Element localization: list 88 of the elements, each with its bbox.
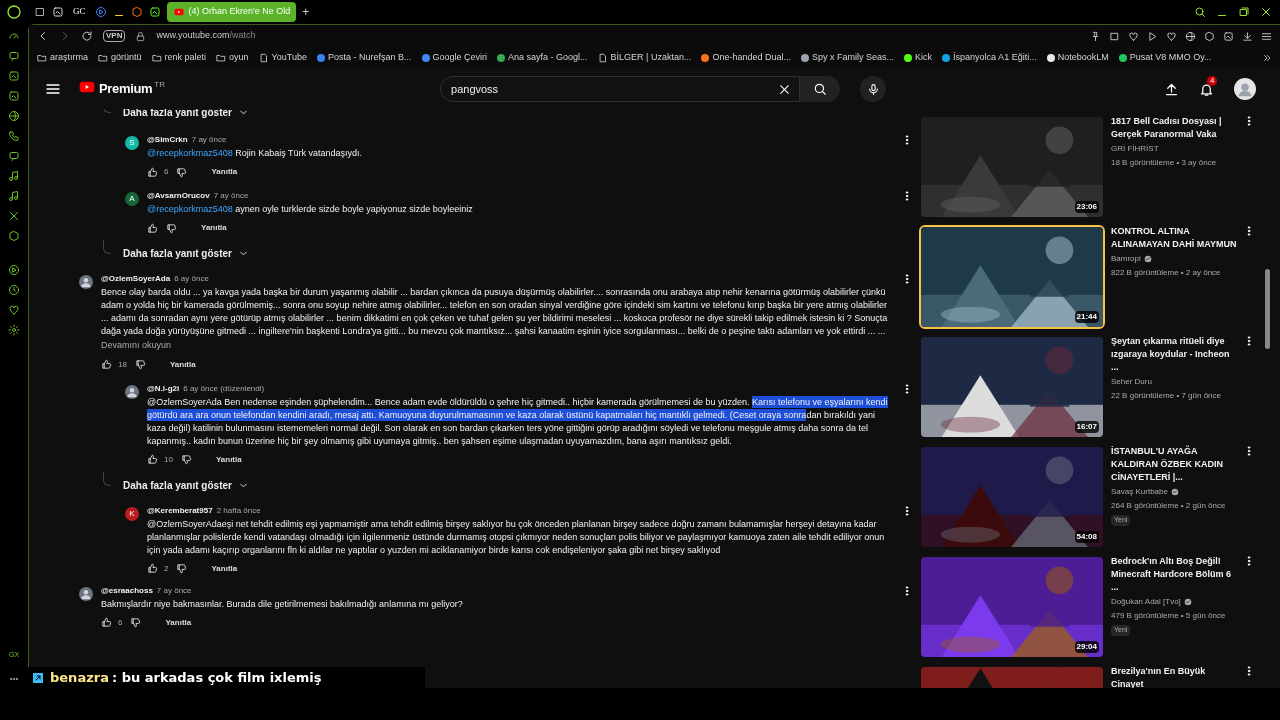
address-field[interactable]: www.youtube.com/watch (156, 29, 256, 43)
video-meta: 479 B görüntüleme • 5 gün önce (1111, 610, 1227, 622)
reply-button[interactable]: Yanıtla (201, 222, 227, 234)
mention-link[interactable]: @recepkorkmaz5408 (147, 204, 233, 214)
show-more-replies-link[interactable]: Daha fazla yanıt göster (123, 246, 249, 261)
bookmark[interactable]: oyun (216, 51, 249, 65)
video-duration: 16:07 (1074, 421, 1099, 433)
bookmark[interactable]: Google Çeviri (421, 51, 488, 65)
comment-time[interactable]: 2 hafta önce (216, 504, 261, 517)
comment-text: Bence olay barda oldu ... ya kavga yada başka bir durum yaşanmış olabilir ... bardan çıkınca da pusuya düşürmüş olabilirler.... sonrasında onu arabaya atıp nehir kenarına götürmüş olabilirler çünkü adam o yolda hiç bir kamerada görülmemiş... sonra onu soyup nehire atmış olabilirler... telefon en son oradan sinyal verdiğine göre içindeki sim kartını ve telefonu kırıp başka bir yere atmış olabilirler ... adamı da sonradan aynı yere götürüp atmış olabilirler ... benim dikkatimi en çok çeken ve tuhaf gelen şu yer bildirimi meselesi ... koskoca profesör ne diye sürekli takip edilmek istesin ki ? Sonuçta dağa yada doğa yürüyüşüne gitmedi ... ingiltere'nin başkenti Londra'ya gitti... bu mevzu çok mantıksız... şahsi kanaatim eşinin iyice sorgulanması... belki de o peşine taktı adamları ve yok ettirdi ... ... (101, 286, 889, 338)
bookmark[interactable]: BİLGER | Uzaktan... (597, 51, 692, 65)
notification-badge: 4 (1207, 75, 1218, 86)
avatar[interactable]: K (125, 506, 139, 521)
comment-author[interactable]: @N.i-g2i (147, 382, 180, 395)
comment-author[interactable]: @Keremberat957 (147, 504, 213, 517)
video-meta: 18 B görüntüleme • 3 ay önce (1111, 157, 1218, 169)
vpn-badge[interactable]: VPN (103, 30, 126, 42)
logo-text[interactable]: Premium (99, 79, 153, 99)
video-meta: 264 B görüntüleme • 2 gün önce (1111, 500, 1227, 512)
comment-time[interactable]: 7 ay önce (156, 584, 192, 597)
video-title[interactable]: İSTANBUL'U AYAĞA KALDIRAN ÖZBEK KADIN CİNAYETLERİ |... (1111, 445, 1237, 484)
comment-text: @recepkorkmaz5408 Rojin Kabaiş Türk vatandaşıydı. (147, 147, 364, 160)
comment-text: @OzlemSoyerAdaeşi net tehdit edilmiş eşi yapmamiştir ama tehdit edilmiş birşey saklıyor bu çok önceden planlanan birşey sadece doğru zamanı bulamamışlar herşeyi detayına kadar planlanmışlar polislerde kendi vatandaşı olmadığı için ilgilenmeniz üstünde durmamış otopsi çıkmıyor neden sonuçları polis biliyor ve paylaşmıyor kamuoya zaten aile tehdit ediliyor onun için yada adamı kaçırıp organlarını fln ki aldılar ne yaptılar o yuzden mi aciklanamiyor birde karısı cok endişeleniyor şaka gibi net birşey saklıyod (147, 517, 886, 557)
like-count: 18 (118, 358, 127, 371)
bookmark[interactable]: renk paleti (151, 51, 207, 65)
video-title[interactable]: Şeytan çıkarma ritüeli diye ızgaraya koydular - Incheon ... (1111, 335, 1237, 374)
video-thumbnail[interactable]: 54:08 (919, 445, 1105, 549)
reply-button[interactable]: Yanıtla (169, 358, 196, 371)
reply-button[interactable]: Yanıtla (211, 562, 238, 575)
channel-name[interactable]: Doğukan Adal [Tvo] (1111, 596, 1181, 608)
bookmark[interactable]: YouTube (258, 51, 307, 65)
video-duration: 21:44 (1074, 311, 1099, 323)
video-meta: 22 B görüntüleme • 7 gün önce (1111, 390, 1222, 402)
comment-text: Bakmışlardır niye bakmasınlar. Burada dile getirilmemesi bakılmadığı anlamına mı geliyor? (101, 597, 464, 611)
comment-author[interactable]: @OzlemSoyerAda (101, 273, 171, 285)
like-count: 6 (164, 166, 169, 178)
like-count: 6 (118, 616, 123, 629)
region-label: TR (154, 79, 166, 92)
bookmark[interactable]: İspanyolca A1 Eğiti... (942, 51, 1037, 65)
video-thumbnail[interactable]: 16:07 (919, 335, 1105, 439)
channel-name[interactable]: Seher Duru (1111, 376, 1152, 388)
bookmark[interactable]: Pusat V8 MMO Oy... (1118, 51, 1212, 65)
bookmark[interactable]: One-handed Dual... (701, 51, 792, 65)
like-count: 2 (164, 562, 169, 575)
reply-button[interactable]: Yanıtla (165, 616, 192, 629)
mention-link[interactable]: @recepkorkmaz5408 (147, 148, 233, 158)
comment-author[interactable]: @SimCrkn (147, 134, 188, 146)
pinned-tab[interactable]: GC (70, 5, 89, 19)
channel-name[interactable]: GRİ FİHRİST (1111, 143, 1159, 155)
like-count: 10 (164, 453, 173, 466)
comment-time[interactable]: 7 ay önce (191, 134, 227, 146)
comment-author[interactable]: @esraachoss (101, 584, 153, 597)
video-thumbnail[interactable]: 21:44 (919, 225, 1105, 329)
new-tab-button[interactable]: + (302, 3, 310, 21)
chat-username: benazra (50, 668, 109, 687)
bookmark[interactable]: görüntü (98, 51, 142, 65)
video-meta: 822 B görüntüleme • 2 ay önce (1111, 267, 1222, 279)
bookmark[interactable]: Kick (904, 51, 933, 65)
video-duration: 54:08 (1074, 531, 1099, 543)
bookmark[interactable]: Ana sayfa - Googl... (497, 51, 588, 65)
chat-message: : bu arkadas çok film ixlemiş (111, 668, 322, 687)
comment-text: @OzlemSoyerAda Ben nedense eşinden şüphelendim... Bence adam evde öldürüldü o şehre hiç gitmedi.. hiçbir kamerada görülmemesi de bu yüzden. Karısı telefonu ve eşyalarını kendi götürdü ara ara onun telefondan kendini aradı, mesaj attı. Kamuoyuna duyurulmamasının ve kaza olarak üstünü kapatmaları hiç mantıklı gelmedi. (Ceset oraya sonradan bırakıldı yani kaza değil) katilinin bulunmasını istememeleri normal değil. Son olarak en son bardan çıkarken ters yöne gittiğini görüp aradığını söyledi ve telefonu meşgule atmış daha sonra da tel kapanmış.. kadın bunun üzerine hiç bir şey olmamış gibi uyumaya gitmiş.. ben şahsen eşime ulaşmadan uyuyamazdım, bana aşırı mantıksız geldi. (147, 395, 889, 448)
video-title[interactable]: Brezilya'nın En Büyük Cinayet (1111, 665, 1237, 688)
comment-time[interactable]: 6 ay önce (düzenlendi) (183, 382, 265, 395)
video-title[interactable]: KONTROL ALTINA ALINAMAYAN DAHİ MAYMUN (1111, 225, 1237, 251)
reply-button[interactable]: Yanıtla (215, 453, 242, 466)
bookmark[interactable]: Posta - Nurefşan B... (317, 51, 412, 65)
video-thumbnail[interactable]: 29:04 (919, 555, 1105, 659)
comment-time[interactable]: 6 ay önce (174, 273, 209, 285)
bookmark[interactable]: araştırma (37, 51, 88, 65)
channel-name[interactable]: Savaş Kurtbabe (1111, 486, 1168, 498)
show-more-replies-link[interactable]: Daha fazla yanıt göster (123, 109, 249, 120)
bookmark[interactable]: NotebookLM (1046, 51, 1109, 65)
video-duration: 23:06 (1074, 201, 1099, 213)
video-title[interactable]: 1817 Bell Cadısı Dosyası | Gerçek Paranormal Vaka (1111, 115, 1237, 141)
bookmark[interactable]: Spy x Family Seas... (801, 51, 895, 65)
video-duration: 29:04 (1074, 641, 1099, 653)
comment-time[interactable]: 7 ay önce (213, 190, 249, 202)
search-field[interactable]: pangvoss (440, 76, 801, 102)
channel-name[interactable]: Bamropi (1111, 253, 1141, 265)
comment-author[interactable]: @AvsarnOrucov (147, 190, 210, 202)
video-thumbnail[interactable]: 23:06 (919, 115, 1105, 219)
reply-button[interactable]: Yanıtla (211, 166, 238, 178)
video-title[interactable]: Bedrock'ın Altı Boş Değil! Minecraft Hardcore Bölüm 6 ... (1111, 555, 1237, 594)
show-more-replies-link[interactable]: Daha fazla yanıt göster (123, 477, 249, 493)
avatar[interactable]: A (125, 192, 139, 206)
comment-text: @recepkorkmaz5408 aynen oyle turklerde sizde boyle yapiyonuz sizde boyleeiniz (147, 203, 474, 216)
read-more-link[interactable]: Devamını okuyun (101, 339, 893, 353)
